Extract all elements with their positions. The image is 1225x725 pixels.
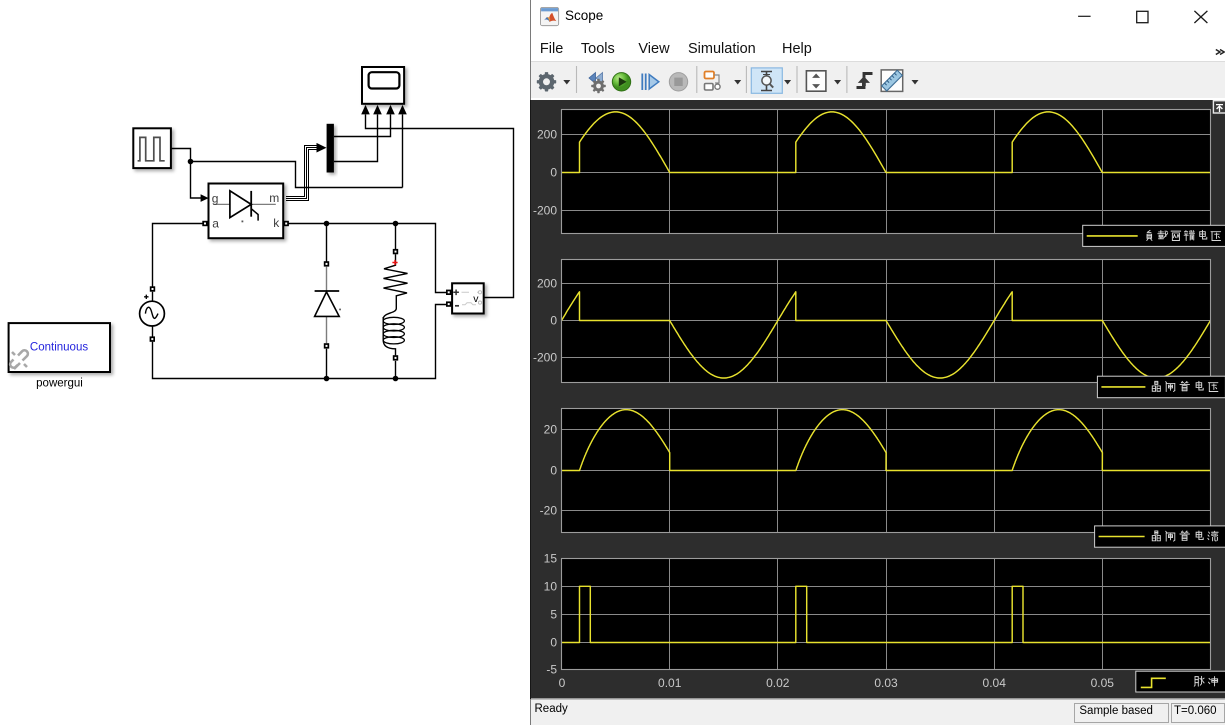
svg-text:0: 0 bbox=[559, 676, 566, 690]
svg-text:-5: -5 bbox=[546, 663, 557, 677]
svg-text:20: 20 bbox=[544, 423, 558, 437]
svg-text:v: v bbox=[473, 293, 479, 305]
svg-text:m: m bbox=[269, 191, 279, 205]
svg-text:5: 5 bbox=[550, 608, 557, 622]
svg-text:0: 0 bbox=[550, 636, 557, 650]
svg-text:powergui: powergui bbox=[36, 378, 83, 390]
svg-text:Continuous: Continuous bbox=[30, 342, 88, 354]
svg-text:-200: -200 bbox=[533, 204, 557, 218]
svg-text:0.01: 0.01 bbox=[658, 676, 682, 690]
svg-text:200: 200 bbox=[537, 128, 557, 142]
svg-text:0.05: 0.05 bbox=[1091, 676, 1115, 690]
svg-text:-200: -200 bbox=[533, 351, 557, 365]
svg-text:g: g bbox=[212, 192, 219, 206]
svg-text:0.02: 0.02 bbox=[766, 676, 790, 690]
svg-text:a: a bbox=[212, 217, 219, 231]
svg-text:0: 0 bbox=[550, 314, 557, 328]
svg-text:k: k bbox=[273, 216, 280, 230]
svg-text:0.03: 0.03 bbox=[874, 676, 898, 690]
svg-text:-20: -20 bbox=[540, 504, 558, 518]
svg-text:15: 15 bbox=[544, 552, 558, 566]
svg-text:10: 10 bbox=[544, 580, 558, 594]
svg-text:0: 0 bbox=[550, 464, 557, 478]
svg-text:0.04: 0.04 bbox=[983, 676, 1007, 690]
svg-text:0: 0 bbox=[550, 166, 557, 180]
svg-text:200: 200 bbox=[537, 277, 557, 291]
